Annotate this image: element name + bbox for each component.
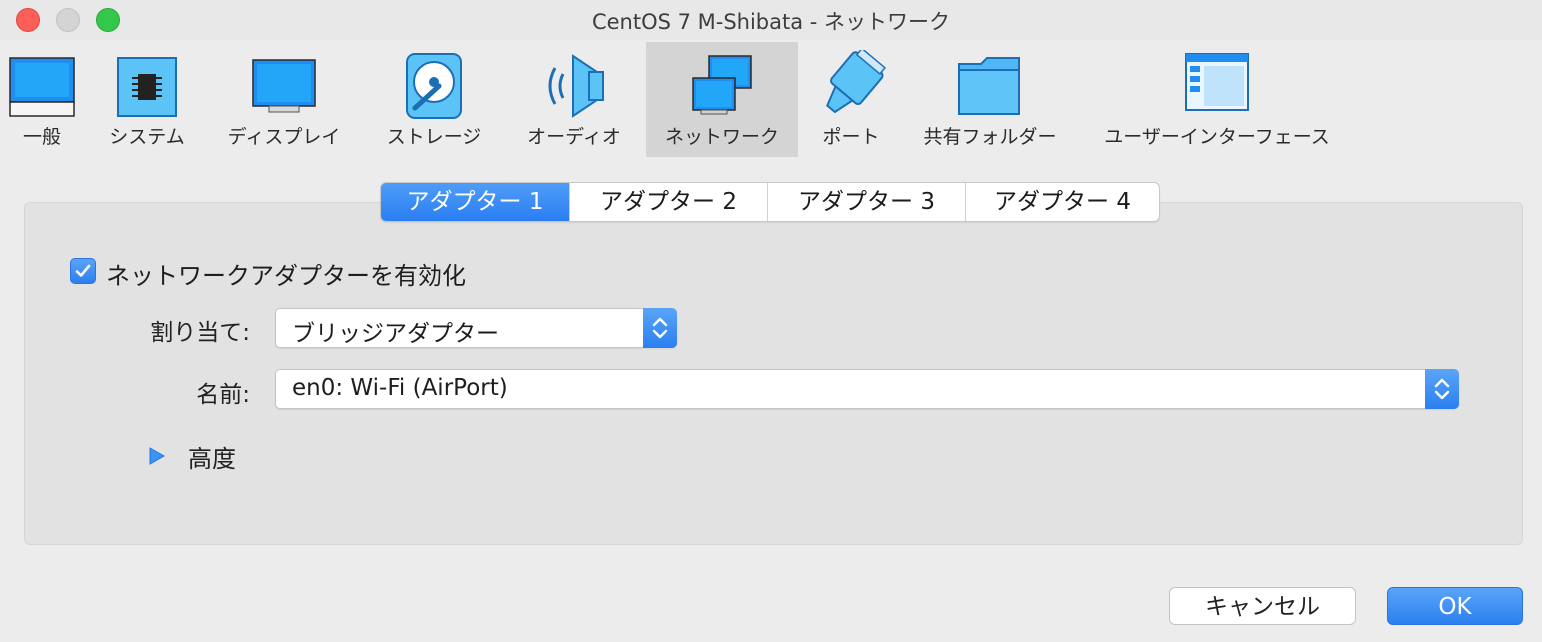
audio-speaker-icon [548, 54, 604, 118]
toolbar-item-network[interactable]: ネットワーク [646, 42, 798, 157]
select-arrows-icon [643, 308, 677, 348]
toolbar-label: システム [109, 126, 185, 148]
user-interface-icon [1185, 53, 1249, 111]
tab-adapter-1[interactable]: アダプター 1 [381, 183, 570, 221]
adapter-tabs: アダプター 1 アダプター 2 アダプター 3 アダプター 4 [380, 182, 1160, 222]
shared-folder-icon [958, 57, 1020, 115]
toolbar-item-general[interactable]: 一般 [0, 42, 84, 157]
enable-adapter-checkbox[interactable] [70, 258, 96, 284]
adapter-name-select[interactable]: en0: Wi-Fi (AirPort) [275, 369, 1459, 409]
toolbar-label: ディスプレイ [227, 126, 341, 148]
toolbar-item-audio[interactable]: オーディオ [516, 42, 632, 157]
storage-disk-icon [406, 53, 462, 119]
general-icon [9, 57, 75, 117]
window-title: CentOS 7 M-Shibata - ネットワーク [591, 10, 951, 34]
attached-to-label: 割り当て: [150, 320, 250, 346]
attached-to-select[interactable]: ブリッジアダプター [275, 308, 677, 348]
toolbar-label: 共有フォルダー [923, 126, 1057, 148]
toolbar-item-user-interface[interactable]: ユーザーインターフェース [1090, 42, 1344, 157]
network-icon [692, 55, 752, 115]
select-arrows-icon [1425, 369, 1459, 409]
toolbar-item-storage[interactable]: ストレージ [376, 42, 492, 157]
port-connector-icon [826, 50, 886, 114]
settings-toolbar: 一般 システム ディスプレイ ストレージ オーディオ ネットワーク ポート 共有… [0, 40, 1542, 158]
toolbar-label: 一般 [22, 126, 61, 148]
adapter-name-value: en0: Wi-Fi (AirPort) [292, 375, 508, 401]
toolbar-label: ユーザーインターフェース [1104, 126, 1330, 148]
toolbar-label: ポート [822, 126, 880, 148]
toolbar-label: ネットワーク [664, 126, 779, 148]
toolbar-label: オーディオ [527, 126, 621, 148]
toolbar-item-display[interactable]: ディスプレイ [216, 42, 352, 157]
advanced-label[interactable]: 高度 [188, 439, 236, 474]
tab-adapter-2[interactable]: アダプター 2 [570, 183, 768, 221]
display-icon [252, 59, 316, 113]
checkmark-icon [75, 264, 91, 277]
attached-to-value: ブリッジアダプター [292, 321, 499, 347]
disclosure-triangle-icon[interactable] [148, 446, 166, 466]
toolbar-item-system[interactable]: システム [100, 42, 194, 157]
tab-adapter-4[interactable]: アダプター 4 [966, 183, 1159, 221]
cancel-button[interactable]: キャンセル [1169, 587, 1356, 625]
enable-adapter-label[interactable]: ネットワークアダプターを有効化 [106, 256, 466, 291]
tab-adapter-3[interactable]: アダプター 3 [768, 183, 966, 221]
system-chip-icon [117, 57, 177, 117]
name-label: 名前: [196, 382, 250, 408]
toolbar-item-shared-folders[interactable]: 共有フォルダー [910, 42, 1070, 157]
ok-button[interactable]: OK [1387, 587, 1523, 625]
title-bar: CentOS 7 M-Shibata - ネットワーク [0, 0, 1542, 40]
toolbar-item-ports[interactable]: ポート [806, 42, 896, 157]
toolbar-label: ストレージ [386, 126, 482, 148]
